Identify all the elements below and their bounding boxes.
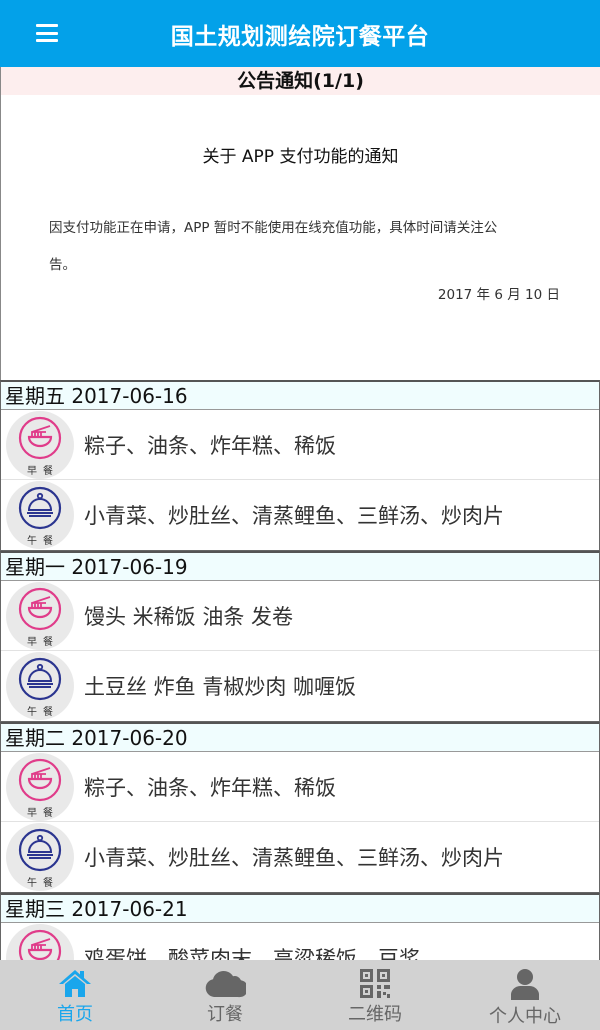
qr-code-icon [360,969,390,998]
meal-row-lunch[interactable]: 午餐 土豆丝 炸鱼 青椒炒肉 咖喱饭 [1,651,599,721]
tab-label: 首页 [57,1004,93,1025]
meal-row-breakfast[interactable]: 早餐 粽子、油条、炸年糕、稀饭 [1,752,599,822]
day-header: 星期三 2017-06-21 [1,895,599,923]
tab-label: 二维码 [348,1004,402,1025]
day-section: 星期三 2017-06-21 早餐 鸡蛋饼、酸菜肉末、高粱稀饭、豆浆 [0,893,600,960]
notice-heading: 公告通知(1/1) [0,67,600,95]
bottom-tab-bar: 首页 订餐 二维码 个人中心 [0,960,600,1030]
meal-menu-text: 土豆丝 炸鱼 青椒炒肉 咖喱饭 [84,675,357,699]
meal-tag: 早餐 [27,636,59,648]
meal-tag: 早餐 [27,807,59,819]
meal-tag: 早餐 [27,465,59,477]
tab-profile[interactable]: 个人中心 [450,960,600,1030]
meal-tag: 午餐 [27,536,59,547]
breakfast-bowl-icon: 早餐 [6,410,74,479]
day-section: 星期二 2017-06-20 早餐 粽子、油条、炸年糕、稀饭 午餐 小青菜、炒肚… [0,722,600,893]
notice-body: 因支付功能正在申请，APP 暂时不能使用在线充值功能，具体时间请关注公告。 [49,220,498,273]
tab-label: 订餐 [207,1004,243,1025]
breakfast-bowl-icon: 早餐 [6,581,74,650]
day-section: 星期五 2017-06-16 早餐 粽子、油条、炸年糕、稀饭 午餐 小青菜、炒肚… [0,380,600,551]
day-section: 星期一 2017-06-19 早餐 馒头 米稀饭 油条 发卷 午餐 土豆丝 炸鱼… [0,551,600,722]
lunch-cloche-icon: 午餐 [6,652,74,720]
app-root: 国土规划测绘院订餐平台 公告通知(1/1) 关于 APP 支付功能的通知 因支付… [0,0,600,1030]
lunch-cloche-icon: 午餐 [6,481,74,549]
day-header: 星期一 2017-06-19 [1,553,599,581]
meal-menu-text: 馒头 米稀饭 油条 发卷 [84,604,294,629]
meal-row-lunch[interactable]: 午餐 小青菜、炒肚丝、清蒸鲤鱼、三鲜汤、炒肉片 [1,480,599,550]
tab-home[interactable]: 首页 [0,960,150,1030]
app-title: 国土规划测绘院订餐平台 [170,24,430,50]
tab-qrcode[interactable]: 二维码 [300,960,450,1030]
meal-tag: 午餐 [27,878,59,889]
notice-title: 关于 APP 支付功能的通知 [202,147,399,167]
meal-menu-text: 小青菜、炒肚丝、清蒸鲤鱼、三鲜汤、炒肉片 [84,504,504,528]
cloud-icon [205,971,246,998]
notice-banner[interactable]: 关于 APP 支付功能的通知 因支付功能正在申请，APP 暂时不能使用在线充值功… [0,95,600,380]
tab-order[interactable]: 订餐 [150,960,300,1030]
main-scroll-content[interactable]: 公告通知(1/1) 关于 APP 支付功能的通知 因支付功能正在申请，APP 暂… [0,67,600,960]
breakfast-bowl-icon: 早餐 [6,752,74,821]
meal-menu-text: 小青菜、炒肚丝、清蒸鲤鱼、三鲜汤、炒肉片 [84,846,504,870]
day-header: 星期二 2017-06-20 [1,724,599,752]
meal-row-breakfast[interactable]: 早餐 鸡蛋饼、酸菜肉末、高粱稀饭、豆浆 [1,923,599,960]
top-app-bar: 国土规划测绘院订餐平台 [0,0,600,67]
home-icon [59,970,91,997]
tab-label: 个人中心 [489,1006,561,1027]
meal-tag: 午餐 [27,707,59,718]
lunch-cloche-icon: 午餐 [6,823,74,891]
notice-date: 2017 年 6 月 10 日 [437,287,560,303]
breakfast-bowl-icon: 早餐 [6,924,74,960]
meal-row-breakfast[interactable]: 早餐 馒头 米稀饭 油条 发卷 [1,581,599,651]
day-header: 星期五 2017-06-16 [1,382,599,410]
user-icon [511,969,539,1000]
meal-row-lunch[interactable]: 午餐 小青菜、炒肚丝、清蒸鲤鱼、三鲜汤、炒肉片 [1,822,599,892]
meal-menu-text: 粽子、油条、炸年糕、稀饭 [84,775,336,800]
meal-menu-text: 粽子、油条、炸年糕、稀饭 [84,433,336,458]
meal-menu-text: 鸡蛋饼、酸菜肉末、高粱稀饭、豆浆 [84,947,420,960]
meal-row-breakfast[interactable]: 早餐 粽子、油条、炸年糕、稀饭 [1,410,599,480]
